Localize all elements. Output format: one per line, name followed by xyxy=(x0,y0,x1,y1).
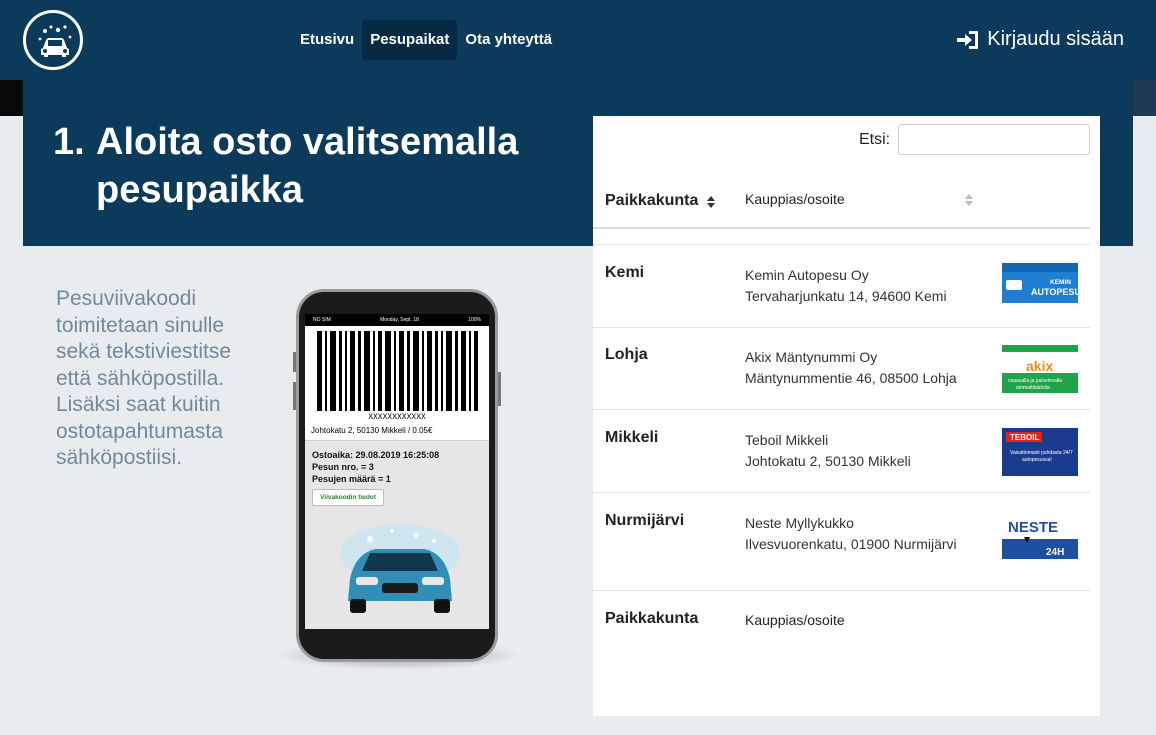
phone-screen: NO SIM Monday, Sept. 18 100% XXXXXXXXXXX… xyxy=(305,314,489,629)
row-city: Lohja xyxy=(605,346,648,363)
status-battery: 100% xyxy=(468,317,481,323)
ticket-details: Ostoaika: 29.08.2019 16:25:08 Pesun nro.… xyxy=(305,440,489,629)
merchant-address: Ilvesvuorenkatu, 01900 Nurmijärvi xyxy=(745,536,957,552)
wash-number: Pesun nro. = 3 xyxy=(312,462,374,472)
row-merchant: Akix Mäntynummi Oy Mäntynummentie 46, 08… xyxy=(745,347,957,389)
phone-status-bar: NO SIM Monday, Sept. 18 100% xyxy=(305,314,489,326)
top-navbar: Etusivu Pesupaikat Ota yhteyttä Kirjaudu… xyxy=(0,0,1156,80)
nav-pesupaikat[interactable]: Pesupaikat xyxy=(362,20,458,60)
barcode-image xyxy=(317,331,478,411)
login-label: Kirjaudu sisään xyxy=(987,28,1124,50)
row-merchant: Neste Myllykukko Ilvesvuorenkatu, 01900 … xyxy=(745,513,957,555)
intro-text: Pesuviivakoodi toimitetaan sinulle sekä … xyxy=(56,287,232,469)
search-input[interactable] xyxy=(898,124,1090,155)
svg-text:24H: 24H xyxy=(1046,547,1064,558)
kemi-logo-text: KEMIN xyxy=(1050,279,1071,286)
phone-side-button xyxy=(498,372,501,406)
merchant-address: Tervaharjunkatu 14, 94600 Kemi xyxy=(745,288,947,304)
phone-side-button xyxy=(293,352,296,372)
svg-text:TEBOIL: TEBOIL xyxy=(1010,433,1039,442)
main-nav: Etusivu Pesupaikat Ota yhteyttä xyxy=(292,20,560,60)
footer-merchant: Kauppias/osoite xyxy=(745,612,845,628)
search-label: Etsi: xyxy=(859,131,891,148)
table-row[interactable]: Nurmijärvi Neste Myllykukko Ilvesvuorenk… xyxy=(593,493,1090,591)
phone-mockup: NO SIM Monday, Sept. 18 100% XXXXXXXXXXX… xyxy=(293,289,501,662)
svg-text:ammattitaidolla: ammattitaidolla xyxy=(1016,385,1050,391)
svg-text:osaavalla ja palvelevalla: osaavalla ja palvelevalla xyxy=(1008,378,1062,384)
purchase-time: Ostoaika: 29.08.2019 16:25:08 xyxy=(312,450,440,460)
table-row[interactable]: Mikkeli Teboil Mikkeli Johtokatu 2, 5013… xyxy=(593,410,1090,493)
row-city: Mikkeli xyxy=(605,429,659,446)
merchant-address: Mäntynummentie 46, 08500 Lohja xyxy=(745,370,957,386)
svg-text:Vaivattomasti puhdasta 24/7: Vaivattomasti puhdasta 24/7 xyxy=(1010,450,1073,456)
merchant-name: Akix Mäntynummi Oy xyxy=(745,349,878,365)
merchant-name: Teboil Mikkeli xyxy=(745,432,829,448)
barcode-address: Johtokatu 2, 50130 Mikkeli / 0.05€ xyxy=(311,426,433,435)
akix-logo[interactable]: akix osaavalla ja palvelevalla ammattita… xyxy=(1002,345,1078,393)
page-title: 1. Aloita osto valitsemalla pesupaikka xyxy=(53,118,518,214)
footer-city: Paikkakunta xyxy=(605,610,699,627)
sort-both-icon[interactable] xyxy=(964,193,974,207)
title-line-1: Aloita osto valitsemalla xyxy=(96,121,519,163)
column-header-merchant[interactable]: Kauppias/osoite xyxy=(745,191,845,207)
row-merchant: Teboil Mikkeli Johtokatu 2, 50130 Mikkel… xyxy=(745,430,911,472)
sort-asc-icon[interactable] xyxy=(706,195,716,209)
background-strip-left xyxy=(0,80,23,116)
status-date: Monday, Sept. 18 xyxy=(380,317,419,323)
teboil-logo[interactable]: TEBOIL Vaivattomasti puhdasta 24/7 autop… xyxy=(1002,428,1078,476)
nav-ota-yhteytta[interactable]: Ota yhteyttä xyxy=(457,20,560,60)
locations-table-panel: Etsi: Paikkakunta Kauppias/osoite Kemi K… xyxy=(593,116,1100,716)
sign-in-icon xyxy=(957,30,979,49)
merchant-address: Johtokatu 2, 50130 Mikkeli xyxy=(745,453,911,469)
column-header-city[interactable]: Paikkakunta xyxy=(605,192,698,210)
title-line-2: pesupaikka xyxy=(96,169,303,211)
svg-text:AUTOPESU: AUTOPESU xyxy=(1031,287,1078,297)
svg-text:autopesussa!: autopesussa! xyxy=(1022,457,1052,463)
table-row[interactable]: Kemi Kemin Autopesu Oy Tervaharjunkatu 1… xyxy=(593,245,1090,328)
login-button[interactable]: Kirjaudu sisään xyxy=(957,28,1124,51)
phone-side-button xyxy=(293,382,296,410)
kemin-autopesu-logo[interactable]: KEMIN AUTOPESU xyxy=(1002,263,1078,311)
merchant-name: Neste Myllykukko xyxy=(745,515,854,531)
row-city: Kemi xyxy=(605,264,645,281)
merchant-name: Kemin Autopesu Oy xyxy=(745,267,869,283)
svg-text:NESTE: NESTE xyxy=(1008,519,1058,536)
car-wash-logo-icon[interactable] xyxy=(23,10,83,70)
step-number: 1. xyxy=(53,121,85,163)
header-divider xyxy=(593,227,1090,229)
neste-logo[interactable]: NESTE 24H xyxy=(1002,511,1078,559)
barcode-info-button: Viivakoodin tiedot xyxy=(312,489,384,506)
table-row[interactable]: Lohja Akix Mäntynummi Oy Mäntynummentie … xyxy=(593,327,1090,410)
car-image xyxy=(340,524,460,613)
table-footer: Paikkakunta Kauppias/osoite xyxy=(593,591,1090,651)
row-city: Nurmijärvi xyxy=(605,512,685,529)
nav-etusivu[interactable]: Etusivu xyxy=(292,20,362,60)
barcode-number: XXXXXXXXXXXX xyxy=(368,413,426,422)
row-merchant: Kemin Autopesu Oy Tervaharjunkatu 14, 94… xyxy=(745,265,947,307)
background-strip-right xyxy=(1133,80,1156,116)
svg-text:akix: akix xyxy=(1026,358,1053,374)
status-carrier: NO SIM xyxy=(313,317,331,323)
wash-count: Pesujen määrä = 1 xyxy=(312,474,391,484)
